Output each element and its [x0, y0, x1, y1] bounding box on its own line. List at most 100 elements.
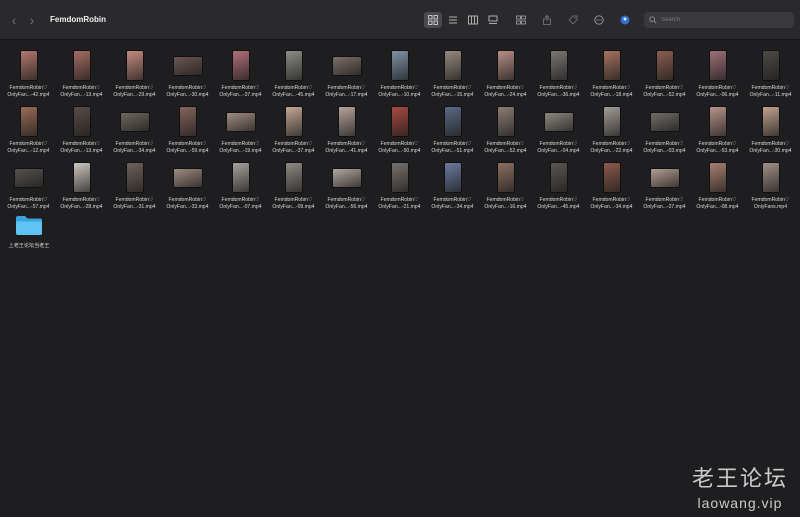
file-item[interactable]: FemdomRobin♡ OnlyFan...-57.mp4 [2, 160, 55, 213]
file-name-line1: FemdomRobin♡ [486, 141, 525, 147]
file-item[interactable]: FemdomRobin♡ OnlyFan...-16.mp4 [479, 160, 532, 213]
file-item[interactable]: FemdomRobin♡ OnlyFan...-22.mp4 [585, 104, 638, 157]
file-item[interactable]: FemdomRobin♡ OnlyFan...-34.mp4 [585, 160, 638, 213]
tag-button[interactable] [564, 12, 582, 28]
video-thumbnail [496, 162, 515, 193]
video-thumbnail [331, 56, 362, 76]
file-item[interactable]: FemdomRobin♡ OnlyFan...-45.mp4 [267, 48, 320, 101]
file-name: FemdomRobin♡ OnlyFan...-56.mp4 [325, 197, 367, 210]
video-thumbnail [172, 168, 203, 188]
back-button[interactable]: ‹ [8, 12, 20, 28]
file-name-line2: OnlyFan...-19.mp4 [219, 147, 262, 154]
action-menu-button[interactable] [590, 12, 608, 28]
file-item[interactable]: FemdomRobin♡ OnlyFan...-37.mp4 [214, 48, 267, 101]
file-name-line2: OnlyFan...-52.mp4 [484, 147, 527, 154]
file-name-line2: OnlyFan...-29.mp4 [113, 91, 156, 98]
file-item[interactable]: FemdomRobin♡ OnlyFan...-42.mp4 [2, 48, 55, 101]
file-name-line1: FemdomRobin♡ [539, 141, 578, 147]
file-item[interactable]: FemdomRobin♡ OnlyFan...-36.mp4 [532, 48, 585, 101]
file-name: FemdomRobin♡ OnlyFan...-34.mp4 [113, 141, 155, 154]
file-name-line2: OnlyFan...-27.mp4 [643, 203, 686, 210]
file-item[interactable]: FemdomRobin♡ OnlyFan...-34.mp4 [108, 104, 161, 157]
file-item[interactable]: FemdomRobin♡ OnlyFan...-03.mp4 [638, 104, 691, 157]
file-item[interactable]: FemdomRobin♡ OnlyFan...-37.mp4 [267, 104, 320, 157]
file-name-line2: OnlyFan...-34.mp4 [431, 203, 474, 210]
file-name: FemdomRobin♡ OnlyFan...-36.mp4 [537, 85, 579, 98]
file-item[interactable]: FemdomRobin♡ OnlyFan...-52.mp4 [638, 48, 691, 101]
group-by-button[interactable] [512, 12, 530, 28]
file-item[interactable]: FemdomRobin♡ OnlyFan...-33.mp4 [161, 160, 214, 213]
video-thumbnail [125, 162, 144, 193]
column-view-button[interactable] [464, 12, 482, 28]
file-item[interactable]: FemdomRobin♡ OnlyFan...-19.mp4 [214, 104, 267, 157]
video-thumbnail [172, 56, 203, 76]
file-name: FemdomRobin♡ OnlyFan...-06.mp4 [696, 85, 738, 98]
file-item[interactable]: FemdomRobin♡ OnlyFan...-53.mp4 [691, 104, 744, 157]
file-item[interactable]: FemdomRobin♡ OnlyFan...-07.mp4 [214, 160, 267, 213]
watermark-url: laowang.vip [697, 495, 783, 511]
file-item[interactable]: FemdomRobin♡ OnlyFan...-51.mp4 [426, 104, 479, 157]
gallery-view-button[interactable] [484, 12, 502, 28]
file-name-line2: OnlyFan...-22.mp4 [590, 147, 633, 154]
file-item[interactable]: FemdomRobin♡ OnlyFan...-24.mp4 [479, 48, 532, 101]
file-item[interactable]: FemdomRobin♡ OnlyFan...-27.mp4 [638, 160, 691, 213]
file-name-line2: OnlyFan...-45.mp4 [272, 91, 315, 98]
search-input[interactable] [661, 16, 781, 23]
file-name-line2: OnlyFan...-12.mp4 [7, 147, 50, 154]
file-name: FemdomRobin♡ OnlyFan...-21.mp4 [378, 197, 420, 210]
file-name: FemdomRobin♡ OnlyFan...-24.mp4 [484, 85, 526, 98]
file-name-line1: FemdomRobin♡ [168, 141, 207, 147]
file-item[interactable]: FemdomRobin♡ OnlyFan...-13.mp4 [55, 48, 108, 101]
file-item[interactable]: FemdomRobin♡ OnlyFan...-45.mp4 [532, 160, 585, 213]
file-name-line2: OnlyFan...-50.mp4 [378, 147, 421, 154]
file-item[interactable]: FemdomRobin♡ OnlyFan...-12.mp4 [2, 104, 55, 157]
file-item[interactable]: FemdomRobin♡ OnlyFan...-52.mp4 [479, 104, 532, 157]
file-item[interactable]: FemdomRobin♡ OnlyFan...-41.mp4 [320, 104, 373, 157]
file-item[interactable]: FemdomRobin♡ OnlyFan...-08.mp4 [691, 160, 744, 213]
search-field[interactable] [644, 11, 794, 28]
file-name: FemdomRobin♡ OnlyFan...-59.mp4 [166, 141, 208, 154]
file-item[interactable]: FemdomRobin♡ OnlyFan...-34.mp4 [426, 160, 479, 213]
file-item[interactable]: FemdomRobin♡ OnlyFan...-59.mp4 [161, 104, 214, 157]
file-item[interactable]: FemdomRobin♡ OnlyFan...-50.mp4 [373, 104, 426, 157]
file-item[interactable]: FemdomRobin♡ OnlyFan...-31.mp4 [108, 160, 161, 213]
share-icon [543, 14, 551, 25]
video-thumbnail [19, 106, 38, 137]
profile-button[interactable] [616, 12, 634, 28]
file-item[interactable]: FemdomRobin♡ OnlyFan...-10.mp4 [373, 48, 426, 101]
file-item[interactable]: FemdomRobin♡ OnlyFan...-11.mp4 [744, 48, 797, 101]
file-item[interactable]: FemdomRobin♡ OnlyFan...-56.mp4 [320, 160, 373, 213]
video-thumbnail [284, 162, 303, 193]
file-item[interactable]: FemdomRobin♡ OnlyFan...-21.mp4 [373, 160, 426, 213]
list-view-button[interactable] [444, 12, 462, 28]
file-item[interactable]: FemdomRobin♡ OnlyFan...-30.mp4 [744, 104, 797, 157]
video-thumbnail [655, 50, 674, 81]
file-item[interactable]: FemdomRobin♡ OnlyFans.mp4 [744, 160, 797, 213]
forward-button[interactable]: › [26, 12, 38, 28]
icon-view-button[interactable] [424, 11, 442, 28]
file-name-line1: FemdomRobin♡ [433, 85, 472, 91]
file-name: FemdomRobin♡ OnlyFan...-34.mp4 [431, 197, 473, 210]
folder-item[interactable]: 上老王论坛当老王 [4, 214, 54, 249]
file-item[interactable]: FemdomRobin♡ OnlyFan...-06.mp4 [691, 48, 744, 101]
file-item[interactable]: FemdomRobin♡ OnlyFan...-15.mp4 [426, 48, 479, 101]
video-thumbnail [761, 50, 780, 81]
file-item[interactable]: FemdomRobin♡ OnlyFan...-30.mp4 [161, 48, 214, 101]
group-grid-icon [516, 15, 526, 24]
file-name-line1: FemdomRobin♡ [327, 85, 366, 91]
file-item[interactable]: FemdomRobin♡ OnlyFan...-28.mp4 [55, 160, 108, 213]
share-button[interactable] [538, 12, 556, 28]
file-name-line1: FemdomRobin♡ [221, 197, 260, 203]
file-name-line1: FemdomRobin♡ [539, 85, 578, 91]
file-item[interactable]: FemdomRobin♡ OnlyFan...-17.mp4 [320, 48, 373, 101]
video-thumbnail [390, 50, 409, 81]
file-name: FemdomRobin♡ OnlyFan...-27.mp4 [643, 197, 685, 210]
file-item[interactable]: FemdomRobin♡ OnlyFan...-09.mp4 [267, 160, 320, 213]
file-item[interactable]: FemdomRobin♡ OnlyFan...-04.mp4 [532, 104, 585, 157]
file-item[interactable]: FemdomRobin♡ OnlyFan...-29.mp4 [108, 48, 161, 101]
file-item[interactable]: FemdomRobin♡ OnlyFan...-18.mp4 [585, 48, 638, 101]
video-thumbnail [443, 162, 462, 193]
video-thumbnail [708, 106, 727, 137]
file-name-line1: FemdomRobin♡ [592, 85, 631, 91]
file-item[interactable]: FemdomRobin♡ OnlyFan...-13.mp4 [55, 104, 108, 157]
